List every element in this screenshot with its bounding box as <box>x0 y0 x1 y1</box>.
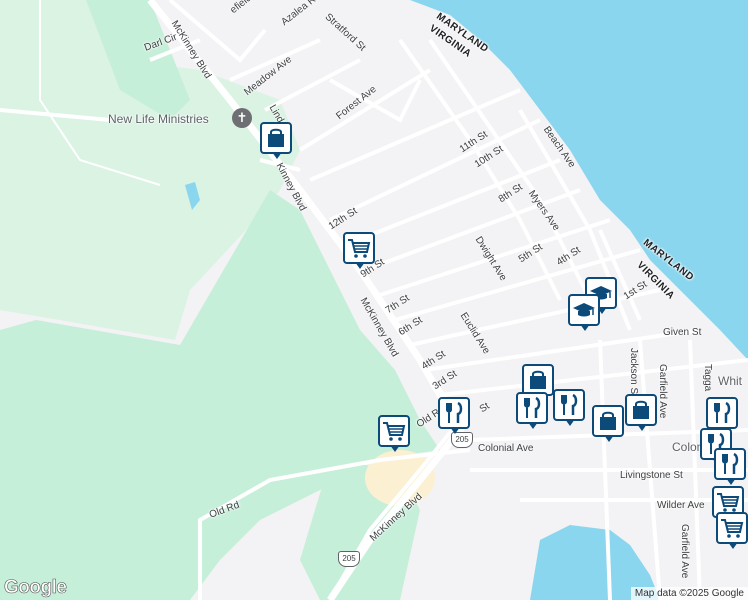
restaurant-icon <box>524 396 541 418</box>
route-shield-205-b: 205 <box>451 432 473 448</box>
map-attribution[interactable]: Map data ©2025 Google <box>630 587 748 600</box>
marker-box <box>516 392 548 424</box>
marker-tail <box>528 422 538 429</box>
shopping-bag-icon <box>600 411 616 430</box>
marker-box <box>378 415 410 447</box>
marker-shopping-bag-4[interactable] <box>625 394 657 431</box>
restaurant-icon <box>446 401 463 423</box>
street-label-livingstone: Livingstone St <box>620 470 683 481</box>
marker-box <box>553 389 585 421</box>
shopping-bag-icon <box>530 370 546 389</box>
restaurant-icon <box>722 452 739 474</box>
shopping-cart-icon <box>383 422 406 441</box>
street-label-jackson: Jackson S <box>628 348 639 395</box>
map-canvas[interactable]: MARYLAND VIRGINIA MARYLAND VIRGINIA New … <box>0 0 748 600</box>
place-label-colonial-beach-a: Colon <box>672 440 704 454</box>
marker-tail <box>604 435 614 442</box>
marker-shopping-cart[interactable] <box>343 232 375 269</box>
route-shield-205: 205 <box>338 551 360 567</box>
marker-box <box>592 405 624 437</box>
marker-tail <box>580 324 590 331</box>
cross-icon: ✝ <box>232 108 252 128</box>
school-icon <box>573 303 595 317</box>
restaurant-icon <box>714 401 731 423</box>
marker-tail <box>637 424 647 431</box>
restaurant-icon <box>561 393 578 415</box>
marker-shopping-cart-4[interactable] <box>716 512 748 549</box>
street-label-garfield: Garfield Ave <box>657 364 668 419</box>
marker-box <box>706 397 738 429</box>
shopping-cart-icon <box>717 493 740 512</box>
place-label-church[interactable]: New Life Ministries <box>108 113 209 125</box>
marker-box <box>625 394 657 426</box>
street-label-given: Given St <box>663 327 702 338</box>
street-label-garfield-2: Garfield Ave <box>679 524 690 579</box>
google-logo[interactable]: Google <box>4 577 68 599</box>
marker-shopping-bag[interactable] <box>260 122 292 159</box>
street-label-wilder: Wilder Ave <box>657 500 705 511</box>
marker-box <box>716 512 748 544</box>
marker-tail <box>728 542 738 549</box>
marker-box <box>714 448 746 480</box>
marker-tail <box>726 478 736 485</box>
marker-restaurant-2[interactable] <box>516 392 548 429</box>
street-label-tagga: Tagga <box>702 364 713 392</box>
place-label-white: Whit <box>718 374 742 388</box>
marker-restaurant-6[interactable] <box>714 448 746 485</box>
marker-tail <box>565 419 575 426</box>
shopping-bag-icon <box>268 128 284 147</box>
marker-box <box>568 294 600 326</box>
marker-restaurant[interactable] <box>438 397 470 434</box>
shopping-cart-icon <box>721 519 744 538</box>
marker-school-2[interactable] <box>568 294 600 331</box>
marker-tail <box>450 427 460 434</box>
shopping-cart-icon <box>348 239 371 258</box>
marker-restaurant-3[interactable] <box>553 389 585 426</box>
marker-shopping-bag-3[interactable] <box>592 405 624 442</box>
shopping-bag-icon <box>633 400 649 419</box>
marker-tail <box>390 445 400 452</box>
marker-shopping-cart-2[interactable] <box>378 415 410 452</box>
marker-box <box>260 122 292 154</box>
marker-box <box>438 397 470 429</box>
marker-box <box>343 232 375 264</box>
marker-tail <box>355 262 365 269</box>
marker-tail <box>272 152 282 159</box>
street-label-colonial: Colonial Ave <box>478 443 534 454</box>
